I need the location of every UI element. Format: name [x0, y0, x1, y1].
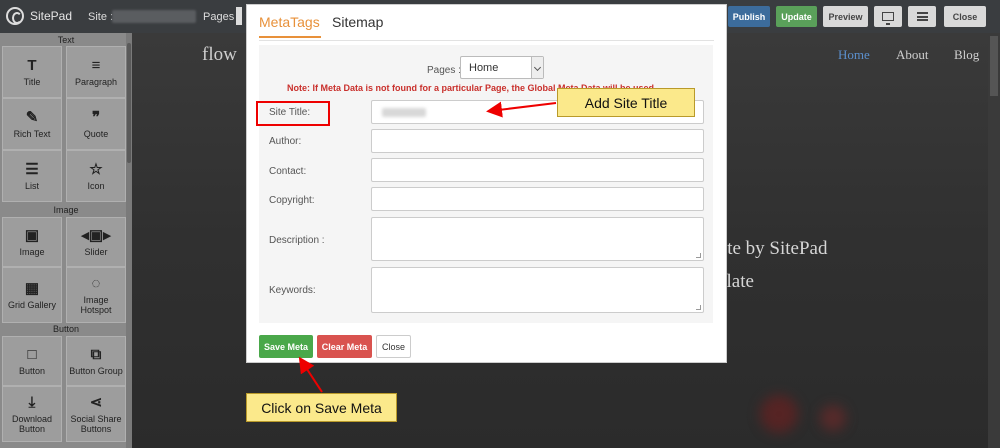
widget-image[interactable]: ▣ Image — [2, 217, 62, 267]
author-label: Author: — [269, 136, 302, 147]
site-title-highlight — [256, 101, 330, 126]
button-group-icon: ⧉ — [90, 345, 102, 363]
chevron-down-icon — [531, 57, 543, 78]
widget-slider[interactable]: ◂▣▸ Slider — [66, 217, 126, 267]
active-tab-underline — [259, 36, 321, 38]
pages-select[interactable]: Home — [460, 56, 544, 79]
contact-input[interactable] — [371, 158, 704, 182]
keywords-textarea[interactable] — [371, 267, 704, 313]
brand: SitePad — [6, 7, 72, 25]
menu-button[interactable] — [908, 6, 936, 27]
section-button: Button — [52, 324, 80, 334]
clear-meta-button[interactable]: Clear Meta — [317, 335, 372, 358]
tab-metatags[interactable]: MetaTags — [259, 14, 320, 30]
pages-select-value: Home — [469, 62, 499, 74]
copyright-label: Copyright: — [269, 195, 315, 206]
tab-sitemap[interactable]: Sitemap — [332, 14, 383, 30]
update-button[interactable]: Update — [776, 6, 817, 27]
widget-list[interactable]: ☰ List — [2, 150, 62, 202]
widget-quote[interactable]: ❞ Quote — [66, 98, 126, 150]
widget-button-group[interactable]: ⧉ Button Group — [66, 336, 126, 386]
sitepad-logo-icon — [6, 7, 24, 25]
editor-close-button[interactable]: Close — [944, 6, 986, 27]
contact-label: Contact: — [269, 166, 307, 177]
site-label: Site : — [88, 11, 114, 23]
copyright-input[interactable] — [371, 187, 704, 211]
site-nav-blog[interactable]: Blog — [954, 47, 979, 63]
toolbar-pages-label: Pages : — [203, 11, 241, 23]
share-icon: ⋖ — [89, 393, 103, 411]
hamburger-icon — [916, 12, 928, 21]
tab-divider — [259, 40, 714, 41]
modal-close-button[interactable]: Close — [376, 335, 411, 358]
author-input[interactable] — [371, 129, 704, 153]
metatags-modal: MetaTags Sitemap Pages : Home Note: If M… — [246, 4, 727, 363]
widget-download-button[interactable]: ⤓ Download Button — [2, 386, 62, 442]
title-icon: T — [27, 56, 37, 74]
download-icon: ⤓ — [28, 393, 36, 411]
preview-button[interactable]: Preview — [823, 6, 868, 27]
save-meta-button[interactable]: Save Meta — [259, 335, 313, 358]
widget-paragraph[interactable]: ≡ Paragraph — [66, 46, 126, 98]
widget-grid-gallery[interactable]: ▦ Grid Gallery — [2, 267, 62, 323]
section-text: Text — [57, 35, 75, 45]
star-icon: ☆ — [89, 160, 103, 178]
site-logo: flow — [202, 44, 237, 65]
sidebar-scroll-thumb[interactable] — [127, 43, 131, 163]
widget-icon[interactable]: ☆ Icon — [66, 150, 126, 202]
list-icon: ☰ — [25, 160, 39, 178]
callout-save-meta: Click on Save Meta — [246, 393, 397, 422]
widget-title[interactable]: T Title — [2, 46, 62, 98]
paragraph-icon: ≡ — [91, 56, 101, 74]
quote-icon: ❞ — [91, 108, 101, 126]
site-scroll-thumb[interactable] — [990, 36, 998, 96]
callout-add-site-title: Add Site Title — [557, 88, 695, 117]
monitor-icon — [882, 12, 894, 25]
rich-text-icon: ✎ — [25, 108, 39, 126]
keywords-label: Keywords: — [269, 285, 316, 296]
widget-button[interactable]: □ Button — [2, 336, 62, 386]
button-icon: □ — [27, 345, 37, 363]
site-nav-home[interactable]: Home — [838, 47, 870, 63]
bokeh-light — [820, 405, 846, 431]
description-label: Description : — [269, 235, 325, 246]
site-nav-about[interactable]: About — [896, 47, 929, 63]
widget-social-share[interactable]: ⋖ Social Share Buttons — [66, 386, 126, 442]
bokeh-light — [760, 395, 798, 433]
site-name-redacted — [112, 10, 196, 23]
widget-rich-text[interactable]: ✎ Rich Text — [2, 98, 62, 150]
device-toggle-button[interactable] — [874, 6, 902, 27]
grid-icon: ▦ — [24, 279, 40, 297]
widget-sidebar: Text T Title ≡ Paragraph ✎ Rich Text ❞ Quote… — [0, 33, 132, 448]
site-title-value-redacted — [382, 108, 426, 117]
widget-image-hotspot[interactable]: ◌ Image Hotspot — [66, 267, 126, 323]
hotspot-icon: ◌ — [91, 274, 101, 292]
publish-button[interactable]: Publish — [728, 6, 770, 27]
section-image: Image — [53, 205, 79, 215]
slider-icon: ◂▣▸ — [81, 226, 111, 244]
toolbar-pages-select[interactable] — [236, 7, 242, 25]
pages-label: Pages : — [427, 65, 461, 76]
brand-name: SitePad — [30, 9, 73, 23]
image-icon: ▣ — [24, 226, 40, 244]
description-textarea[interactable] — [371, 217, 704, 261]
